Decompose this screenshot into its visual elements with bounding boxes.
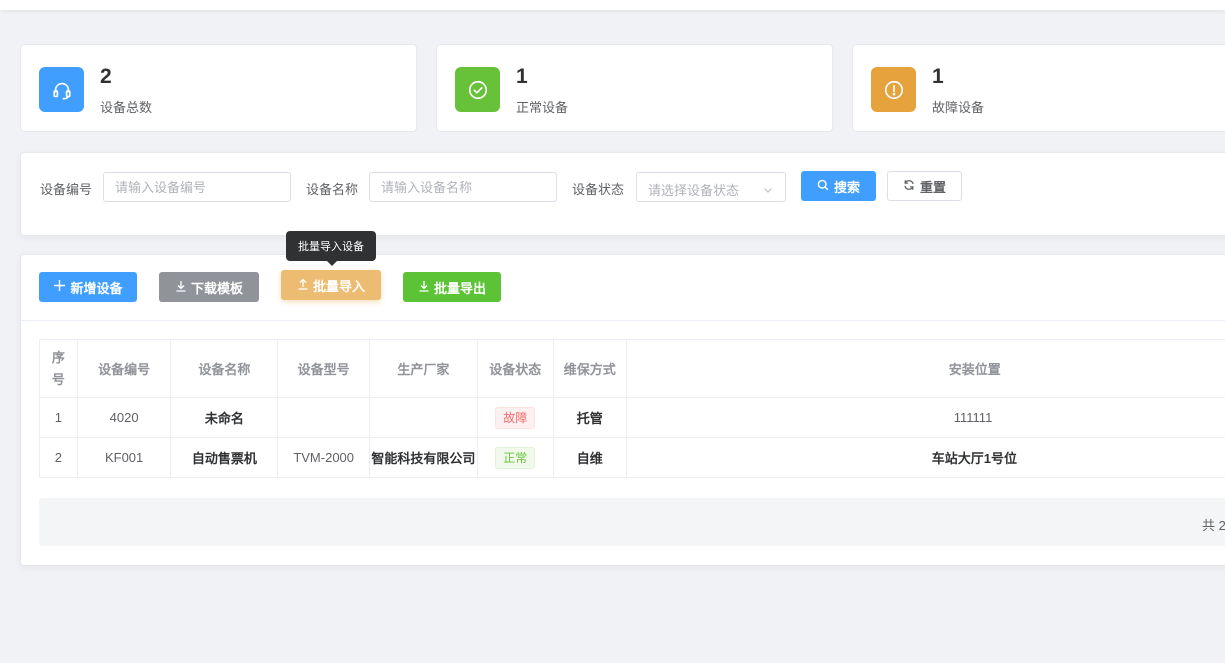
table-row[interactable]: 1 4020 未命名 故障 托管 111111	[39, 397, 1225, 438]
cell-index: 1	[39, 397, 78, 438]
cell-code: KF001	[76, 437, 172, 478]
download-icon	[175, 280, 187, 295]
cell-location: 111111	[625, 397, 1225, 438]
device-name-label: 设备名称	[306, 182, 359, 197]
cell-location: 车站大厅1号位	[625, 437, 1225, 478]
device-list-panel: 新增设备 下载模板 批量导入 批量导出 序号 设备编号 设备名称 设备型号 生产…	[20, 254, 1225, 566]
check-circle-icon	[455, 67, 500, 112]
pagination-bar: 共 2	[39, 498, 1225, 546]
column-header-code: 设备编号	[76, 339, 172, 398]
add-device-button[interactable]: 新增设备	[39, 272, 137, 302]
download-icon	[418, 280, 430, 295]
batch-import-button[interactable]: 批量导入	[281, 270, 381, 300]
reset-button-label: 重置	[919, 179, 946, 195]
stat-card-normal: 1 正常设备	[436, 44, 833, 132]
cell-status: 故障	[476, 397, 554, 438]
plus-icon	[53, 279, 66, 295]
top-nav-bar	[0, 0, 1225, 10]
stat-value: 1	[516, 65, 528, 88]
batch-export-button[interactable]: 批量导出	[403, 272, 501, 302]
column-header-index: 序号	[39, 339, 78, 398]
device-code-label: 设备编号	[40, 182, 93, 197]
download-template-button[interactable]: 下载模板	[159, 272, 259, 302]
table-header-row: 序号 设备编号 设备名称 设备型号 生产厂家 设备状态 维保方式 安装位置	[39, 339, 1225, 398]
stat-card-fault: 1 故障设备	[852, 44, 1225, 132]
download-template-label: 下载模板	[190, 280, 243, 296]
search-button-label: 搜索	[833, 179, 860, 195]
column-header-name: 设备名称	[170, 339, 279, 398]
search-button[interactable]: 搜索	[801, 171, 876, 201]
table-row[interactable]: 2 KF001 自动售票机 TVM-2000 智能科技有限公司 正常 自维 车站…	[39, 437, 1225, 478]
search-icon	[817, 179, 829, 194]
cell-maintenance: 托管	[552, 397, 627, 438]
cell-maker: 智能科技有限公司	[369, 437, 478, 478]
add-device-label: 新增设备	[70, 280, 123, 296]
chevron-down-icon	[763, 183, 773, 198]
stat-label: 正常设备	[516, 100, 569, 115]
headset-icon	[39, 67, 84, 112]
cell-name: 自动售票机	[170, 437, 279, 478]
reset-button[interactable]: 重置	[887, 171, 962, 201]
column-header-location: 安装位置	[625, 339, 1225, 398]
status-badge: 故障	[495, 406, 536, 429]
batch-import-label: 批量导入	[312, 278, 365, 294]
refresh-icon	[903, 179, 915, 194]
batch-export-label: 批量导出	[433, 280, 486, 296]
pagination-total: 共 2	[1202, 518, 1225, 533]
cell-model	[277, 397, 371, 438]
cell-model: TVM-2000	[277, 437, 371, 478]
warning-circle-icon	[871, 67, 916, 112]
stat-label: 设备总数	[100, 100, 153, 115]
stat-card-total: 2 设备总数	[20, 44, 417, 132]
column-header-model: 设备型号	[277, 339, 371, 398]
status-badge: 正常	[495, 446, 536, 469]
status-select-placeholder: 请选择设备状态	[648, 183, 740, 198]
cell-code: 4020	[76, 397, 172, 438]
column-header-status: 设备状态	[476, 339, 554, 398]
column-header-maintenance: 维保方式	[552, 339, 627, 398]
tooltip-arrow	[326, 260, 338, 266]
stat-label: 故障设备	[932, 100, 985, 115]
cell-name: 未命名	[170, 397, 279, 438]
cell-index: 2	[39, 437, 78, 478]
device-table: 序号 设备编号 设备名称 设备型号 生产厂家 设备状态 维保方式 安装位置 1 …	[39, 339, 1225, 478]
device-name-input[interactable]	[369, 172, 557, 202]
upload-icon	[297, 278, 309, 293]
column-header-maker: 生产厂家	[369, 339, 478, 398]
import-tooltip: 批量导入设备	[286, 231, 376, 261]
stat-value: 1	[932, 65, 944, 88]
cell-status: 正常	[476, 437, 554, 478]
search-panel: 设备编号 设备名称 设备状态 请选择设备状态 搜索 重置	[20, 152, 1225, 236]
toolbar-divider	[21, 320, 1225, 321]
cell-maintenance: 自维	[552, 437, 627, 478]
device-code-input[interactable]	[103, 172, 291, 202]
device-status-select[interactable]: 请选择设备状态	[636, 172, 786, 202]
cell-maker	[369, 397, 478, 438]
stat-value: 2	[100, 65, 112, 88]
device-status-label: 设备状态	[572, 182, 625, 197]
